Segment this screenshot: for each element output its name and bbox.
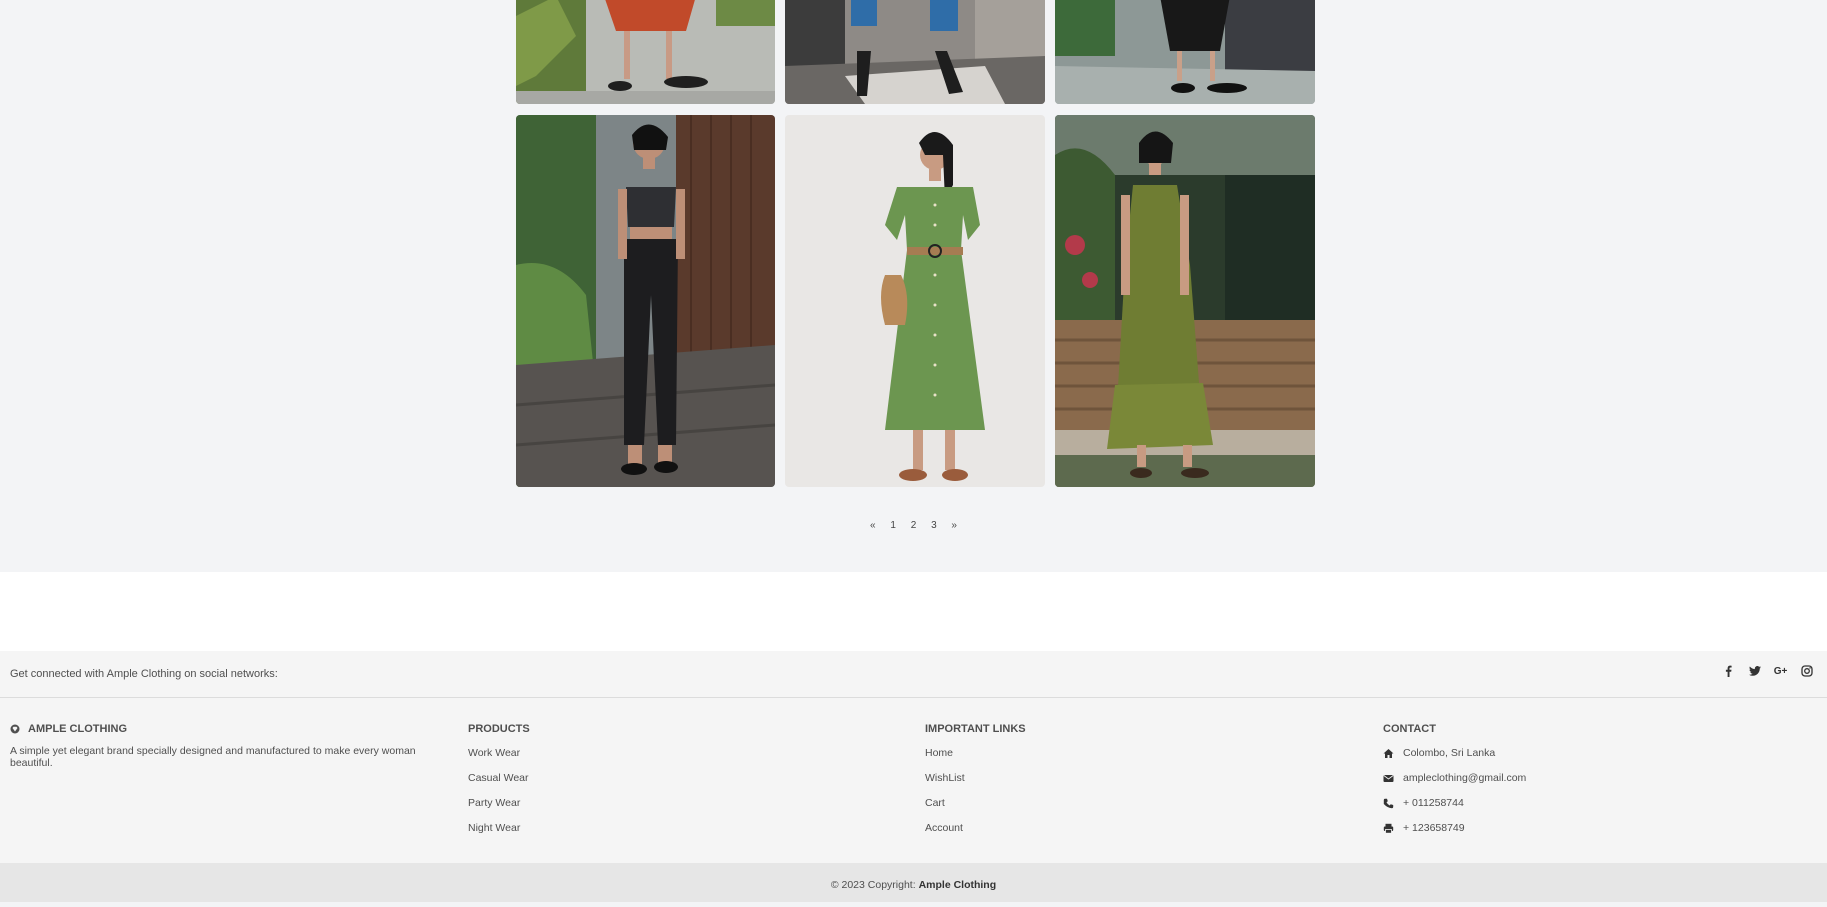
footer-link-night-wear[interactable]: Night Wear: [468, 816, 668, 841]
footer-link-account[interactable]: Account: [925, 816, 1125, 841]
products-heading: PRODUCTS: [468, 723, 530, 735]
footer: Get connected with Ample Clothing on soc…: [0, 651, 1827, 863]
home-icon: [1383, 748, 1394, 759]
footer-products-column: PRODUCTS Work Wear Casual Wear Party Wea…: [468, 723, 668, 841]
pagination-next[interactable]: »: [951, 520, 957, 531]
facebook-icon[interactable]: [1722, 664, 1735, 678]
product-photo[interactable]: [785, 115, 1045, 487]
pagination: « 1 2 3 »: [0, 520, 1827, 531]
footer-link-home[interactable]: Home: [925, 741, 1125, 766]
pagination-page-2[interactable]: 2: [911, 520, 917, 531]
product-photo[interactable]: [1055, 0, 1315, 104]
copyright-bar: © 2023 Copyright: Ample Clothing: [0, 863, 1827, 902]
product-gallery: [516, 0, 1316, 490]
google-plus-icon[interactable]: G+: [1774, 664, 1788, 678]
social-icons: G+: [1722, 664, 1813, 678]
brand-description: A simple yet elegant brand specially des…: [10, 745, 416, 769]
contact-phone: + 011258744: [1383, 791, 1683, 816]
footer-link-work-wear[interactable]: Work Wear: [468, 741, 668, 766]
contact-address: Colombo, Sri Lanka: [1383, 741, 1683, 766]
instagram-icon[interactable]: [1800, 664, 1813, 678]
product-photo[interactable]: [516, 0, 775, 104]
contact-fax: + 123658749: [1383, 816, 1683, 841]
pagination-page-3[interactable]: 3: [931, 520, 937, 531]
contact-email-text[interactable]: ampleclothing@gmail.com: [1403, 766, 1526, 791]
twitter-icon[interactable]: [1748, 664, 1761, 678]
footer-links-column: IMPORTANT LINKS Home WishList Cart Accou…: [925, 723, 1125, 841]
footer-brand-heading: AMPLE CLOTHING: [10, 723, 460, 735]
footer-brand-column: AMPLE CLOTHING A simple yet elegant bran…: [10, 723, 460, 769]
product-photo[interactable]: [785, 0, 1045, 104]
footer-link-party-wear[interactable]: Party Wear: [468, 791, 668, 816]
product-image-denim: [785, 0, 1045, 104]
contact-email: ampleclothing@gmail.com: [1383, 766, 1683, 791]
footer-link-casual-wear[interactable]: Casual Wear: [468, 766, 668, 791]
contact-phone-text[interactable]: + 011258744: [1403, 791, 1464, 816]
footer-contact-column: CONTACT Colombo, Sri Lanka ampleclothing…: [1383, 723, 1683, 841]
product-photo[interactable]: [516, 115, 775, 487]
printer-icon: [1383, 823, 1394, 834]
product-image-black-outfit: [1055, 0, 1315, 104]
links-heading: IMPORTANT LINKS: [925, 723, 1026, 735]
copyright-text: © 2023 Copyright:: [830, 879, 916, 891]
social-bar: Get connected with Ample Clothing on soc…: [0, 651, 1827, 698]
product-image-olive-slip-dress: [1055, 115, 1315, 487]
phone-icon: [1383, 798, 1394, 809]
contact-address-text: Colombo, Sri Lanka: [1403, 747, 1496, 759]
gem-icon: [10, 724, 20, 734]
contact-heading: CONTACT: [1383, 723, 1436, 735]
footer-link-wishlist[interactable]: WishList: [925, 766, 1125, 791]
product-image-black-crop-top: [516, 115, 775, 487]
product-image-green-shirt-dress: [785, 115, 1045, 487]
pagination-prev[interactable]: «: [870, 520, 876, 531]
product-image-red-skirt: [516, 0, 775, 104]
brand-title: AMPLE CLOTHING: [28, 723, 127, 735]
contact-fax-text: + 123658749: [1403, 822, 1465, 834]
footer-link-cart[interactable]: Cart: [925, 791, 1125, 816]
pagination-page-1[interactable]: 1: [890, 520, 896, 531]
section-spacer: [0, 572, 1827, 651]
social-text: Get connected with Ample Clothing on soc…: [10, 668, 278, 680]
envelope-icon: [1383, 773, 1394, 784]
product-photo[interactable]: [1055, 115, 1315, 487]
copyright-brand-link[interactable]: Ample Clothing: [919, 879, 997, 891]
